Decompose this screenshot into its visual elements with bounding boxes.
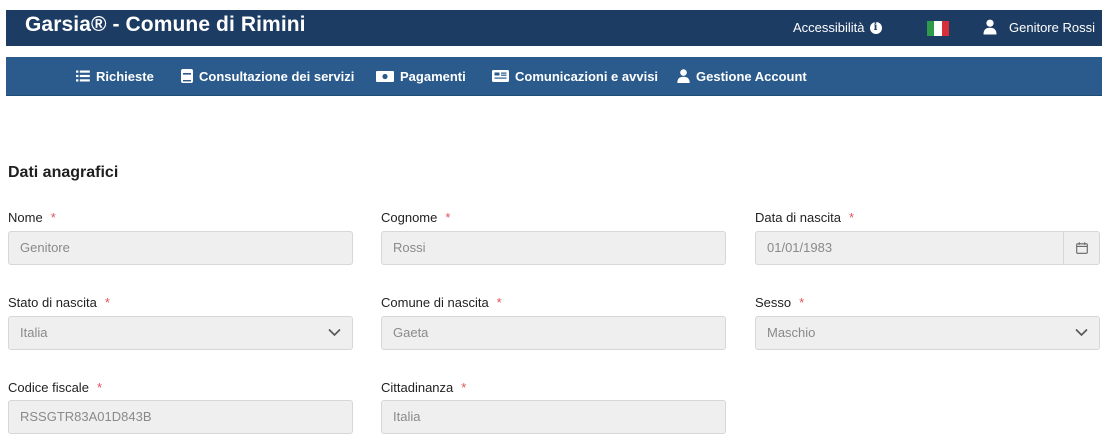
- cittadinanza-label: Cittadinanza *: [381, 380, 467, 395]
- data-nascita-label: Data di nascita *: [755, 210, 855, 225]
- cognome-field[interactable]: Rossi: [381, 231, 726, 265]
- data-nascita-field[interactable]: 01/01/1983: [755, 231, 1100, 265]
- required-asterisk: *: [461, 380, 467, 395]
- stato-nascita-label: Stato di nascita *: [8, 295, 110, 310]
- comune-nascita-field[interactable]: Gaeta: [381, 316, 726, 350]
- list-icon: [76, 70, 90, 82]
- section-title: Dati anagrafici: [8, 164, 119, 181]
- calendar-button[interactable]: [1063, 232, 1099, 264]
- sesso-label: Sesso *: [755, 295, 805, 310]
- nav-item-comunicazioni[interactable]: Comunicazioni e avvisi: [492, 57, 658, 95]
- comune-nascita-value: Gaeta: [393, 325, 429, 340]
- top-header: Garsia® - Comune di Rimini Accessibilità…: [6, 10, 1102, 46]
- user-icon: [983, 19, 997, 35]
- nav-label: Richieste: [96, 68, 154, 84]
- user-icon: [677, 69, 690, 83]
- calendar-icon: [1075, 242, 1088, 254]
- required-asterisk: *: [849, 210, 855, 225]
- comune-nascita-label: Comune di nascita *: [381, 295, 502, 310]
- nome-field[interactable]: Genitore: [8, 231, 353, 265]
- accessibility-link[interactable]: Accessibilità i: [793, 20, 882, 35]
- required-asterisk: *: [445, 210, 451, 225]
- nav-label: Consultazione dei servizi: [199, 68, 355, 84]
- cittadinanza-value: Italia: [393, 409, 421, 424]
- sesso-value: Maschio: [767, 325, 816, 340]
- money-icon: [376, 70, 394, 82]
- app-title: Garsia® - Comune di Rimini: [25, 13, 306, 36]
- required-asterisk: *: [50, 210, 56, 225]
- chevron-down-icon: [1075, 328, 1088, 337]
- stato-nascita-value: Italia: [20, 325, 48, 340]
- codice-fiscale-label: Codice fiscale *: [8, 380, 102, 395]
- info-icon: i: [869, 21, 882, 34]
- data-nascita-value: 01/01/1983: [767, 240, 833, 255]
- cognome-value: Rossi: [393, 240, 426, 255]
- required-asterisk: *: [496, 295, 502, 310]
- nav-label: Gestione Account: [696, 68, 807, 84]
- book-icon: [181, 69, 193, 83]
- user-name: Genitore Rossi: [1009, 19, 1095, 35]
- accessibility-label: Accessibilità: [793, 20, 865, 35]
- nav-label: Comunicazioni e avvisi: [515, 68, 659, 84]
- nav-item-gestione-account[interactable]: Gestione Account: [677, 57, 807, 95]
- nome-label: Nome *: [8, 210, 56, 225]
- chevron-down-icon: [328, 328, 341, 337]
- nav-item-consultazione[interactable]: Consultazione dei servizi: [181, 57, 354, 95]
- nav-item-richieste[interactable]: Richieste: [76, 57, 154, 95]
- nav-item-pagamenti[interactable]: Pagamenti: [376, 57, 466, 95]
- nome-value: Genitore: [20, 240, 70, 255]
- stato-nascita-select[interactable]: Italia: [8, 316, 353, 350]
- newspaper-icon: [492, 70, 509, 82]
- cognome-label: Cognome *: [381, 210, 451, 225]
- required-asterisk: *: [96, 380, 102, 395]
- nav-label: Pagamenti: [400, 68, 466, 84]
- required-asterisk: *: [104, 295, 110, 310]
- sesso-select[interactable]: Maschio: [755, 316, 1100, 350]
- codice-fiscale-value: RSSGTR83A01D843B: [20, 409, 152, 424]
- user-menu[interactable]: Genitore Rossi: [983, 19, 1095, 35]
- main-navigation: Richieste Consultazione dei servizi Paga…: [6, 57, 1102, 96]
- required-asterisk: *: [799, 295, 805, 310]
- italian-flag-icon[interactable]: [927, 21, 949, 36]
